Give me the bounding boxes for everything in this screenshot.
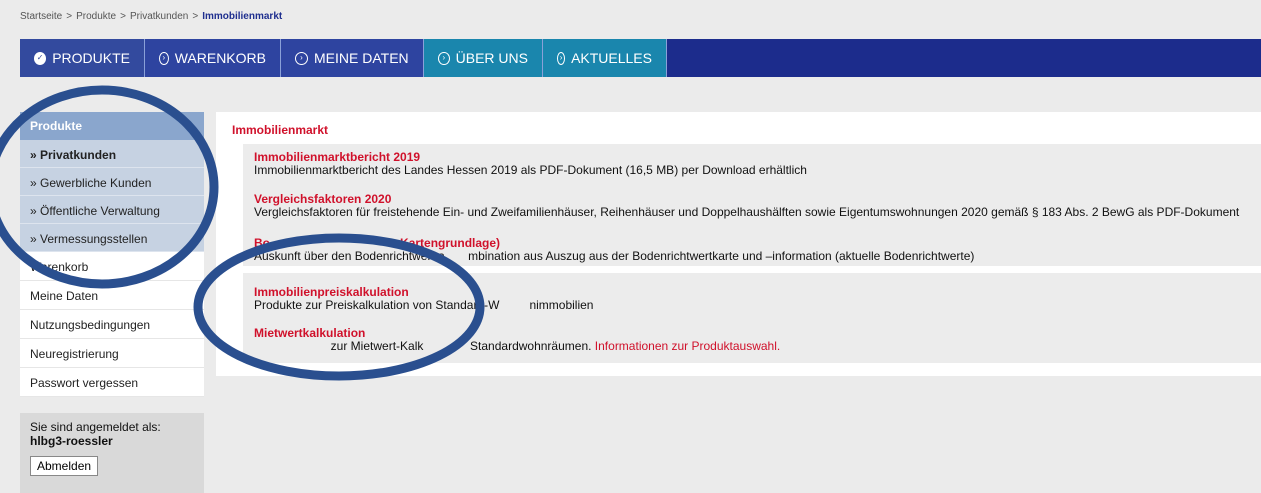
main-navigation: ✓ PRODUKTE › WARENKORB › MEINE DATEN › Ü…	[20, 39, 1261, 77]
chevron-circle-icon: ›	[557, 51, 566, 65]
sidebar-item-passwort-vergessen[interactable]: Passwort vergessen	[20, 368, 204, 397]
tab-label: AKTUELLES	[571, 50, 652, 66]
tab-ueber-uns[interactable]: › ÜBER UNS	[424, 39, 543, 77]
chevron-circle-icon: ›	[159, 51, 169, 65]
sidebar-item-privatkunden[interactable]: » Privatkunden	[20, 140, 204, 168]
tab-label: ÜBER UNS	[455, 50, 528, 66]
breadcrumb: Startseite > Produkte > Privatkunden > Immobil…	[20, 11, 282, 22]
product-group-reports: Immobilienmarktbericht 2019 Immobilienma…	[243, 144, 1261, 266]
sidebar-item-warenkorb[interactable]: Warenkorb	[20, 252, 204, 281]
list-item: Mietwertkalkulation zur Mietwert-Kalk St…	[254, 327, 780, 353]
login-status-box: Sie sind angemeldet als: hlbg3-roessler …	[20, 413, 204, 493]
breadcrumb-separator: >	[192, 11, 199, 22]
sidebar-item-vermessungsstellen[interactable]: » Vermessungsstellen	[20, 224, 204, 252]
tab-meine-daten[interactable]: › MEINE DATEN	[281, 39, 424, 77]
check-circle-icon: ✓	[34, 51, 47, 65]
sidebar-item-gewerbliche-kunden[interactable]: » Gewerbliche Kunden	[20, 168, 204, 196]
list-item: Vergleichsfaktoren 2020 Vergleichsfaktor…	[254, 193, 1239, 219]
chevron-circle-icon: ›	[438, 51, 450, 65]
logout-button[interactable]: Abmelden	[30, 456, 99, 476]
product-description-text: zur Mietwert-Kalk Standardwohnräumen.	[254, 339, 592, 353]
product-description: Produkte zur Preiskalkulation von Standa…	[254, 298, 594, 312]
product-description: zur Mietwert-Kalk Standardwohnräumen. In…	[254, 339, 781, 353]
tab-produkte[interactable]: ✓ PRODUKTE	[20, 39, 145, 77]
product-group-calculations: Immobilienpreiskalkulation Produkte zur …	[243, 273, 1261, 363]
breadcrumb-separator: >	[66, 11, 73, 22]
tab-label: MEINE DATEN	[314, 50, 409, 66]
tab-warenkorb[interactable]: › WARENKORB	[145, 39, 281, 77]
tab-aktuelles[interactable]: › AKTUELLES	[543, 39, 667, 77]
product-description: Immobilienmarktbericht des Landes Hessen…	[254, 163, 807, 177]
tab-label: PRODUKTE	[52, 50, 130, 66]
page-title: Immobilienmarkt	[232, 123, 329, 137]
breadcrumb-separator: >	[120, 11, 126, 22]
login-label: Sie sind angemeldet als:	[30, 420, 161, 434]
list-item: Immobilienpreiskalkulation Produkte zur …	[254, 286, 593, 312]
list-item: Immobilienmarktbericht 2019 Immobilienma…	[254, 151, 807, 177]
sidebar-item-meine-daten[interactable]: Meine Daten	[20, 281, 204, 310]
breadcrumb-link-startseite[interactable]: Startseite	[20, 11, 62, 22]
sidebar-heading-produkte[interactable]: Produkte	[20, 112, 204, 140]
logged-in-username: hlbg3-roessler	[30, 434, 113, 448]
product-description: Auskunft über den Bodenrichtwert a mbina…	[254, 249, 975, 263]
product-description: Vergleichsfaktoren für freistehende Ein-…	[254, 205, 1240, 219]
tab-label: WARENKORB	[174, 50, 266, 66]
sidebar-item-neuregistrierung[interactable]: Neuregistrierung	[20, 339, 204, 368]
product-info-link[interactable]: Informationen zur Produktauswahl.	[595, 339, 780, 353]
breadcrumb-link-produkte[interactable]: Produkte	[76, 11, 116, 22]
breadcrumb-current: Immobilienmarkt	[202, 11, 283, 22]
sidebar-item-nutzungsbedingungen[interactable]: Nutzungsbedingungen	[20, 310, 204, 339]
sidebar-item-oeffentliche-verwaltung[interactable]: » Öffentliche Verwaltung	[20, 196, 204, 224]
content-panel: Immobilienmarkt Immobilienmarktbericht 2…	[216, 112, 1261, 376]
sidebar: Produkte » Privatkunden » Gewerbliche Ku…	[20, 112, 204, 493]
list-item: Bo Kartengrundlage) Auskunft über den Bo…	[254, 237, 974, 263]
chevron-circle-icon: ›	[295, 51, 308, 65]
breadcrumb-link-privatkunden[interactable]: Privatkunden	[130, 11, 188, 22]
